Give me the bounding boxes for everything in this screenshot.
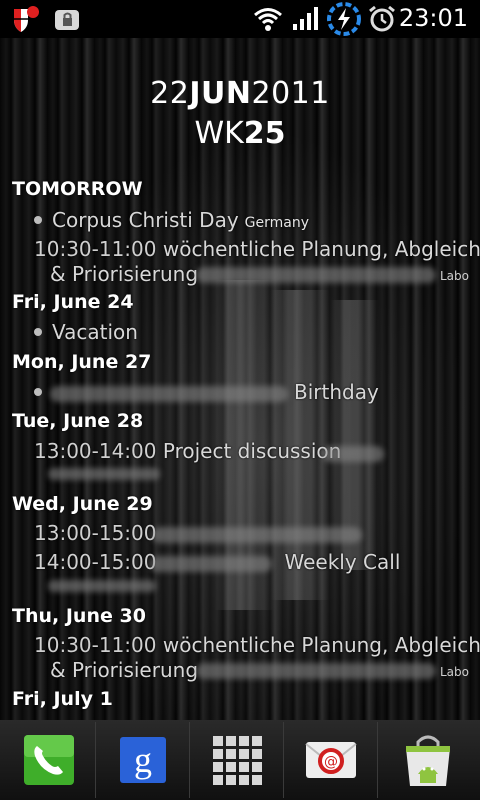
status-bar[interactable]: 23:01 — [0, 0, 480, 38]
week-number: 25 — [243, 116, 286, 151]
event-title: Birthday — [294, 380, 379, 404]
date-day: 22 — [150, 76, 190, 111]
redacted-text — [150, 556, 272, 572]
event-location-cut: Labo — [440, 269, 469, 283]
day-header-jun28[interactable]: Tue, June 28 — [12, 410, 480, 432]
widget-week[interactable]: WK25 — [0, 116, 480, 151]
clock-time: 23:01 — [398, 4, 468, 32]
svg-text:@: @ — [324, 754, 338, 770]
event-title: wöchentliche Planung, Abgleich — [162, 237, 480, 261]
event-location: Germany — [244, 215, 310, 231]
day-header-tomorrow[interactable]: TOMORROW — [12, 178, 480, 200]
app-drawer-icon — [212, 736, 262, 785]
redacted-text — [322, 446, 384, 462]
event-location-cut: Labo — [440, 665, 469, 679]
event-title: wöchentliche Planung, Abgleich — [162, 633, 480, 657]
svg-text:g: g — [134, 740, 152, 780]
email-button[interactable]: @ — [284, 722, 378, 798]
sync-icon — [326, 2, 362, 40]
redacted-text — [196, 663, 436, 679]
event-title: Weekly Call — [284, 550, 401, 574]
event-title-cont: & Priorisierung — [50, 658, 199, 682]
bullet-icon — [34, 387, 42, 396]
app-drawer-button[interactable] — [190, 722, 284, 798]
date-year: 2011 — [251, 76, 330, 111]
event-title: Vacation — [52, 320, 138, 344]
redacted-text — [50, 386, 288, 402]
market-icon — [406, 735, 450, 786]
widget-date[interactable]: 22JUN2011 — [0, 76, 480, 111]
phone-button[interactable] — [2, 722, 96, 798]
launcher-dock: g @ — [0, 720, 480, 800]
signal-icon — [292, 6, 320, 36]
shield-alert-icon — [10, 6, 40, 38]
alarm-icon — [368, 5, 396, 37]
event-time: 10:30-11:00 — [34, 237, 157, 261]
redacted-text — [152, 527, 362, 543]
day-header-jun30[interactable]: Thu, June 30 — [12, 605, 480, 627]
redacted-text — [48, 580, 156, 592]
phone-icon — [23, 735, 74, 785]
day-header-jun29[interactable]: Wed, June 29 — [12, 493, 480, 515]
day-header-jul1[interactable]: Fri, July 1 — [12, 688, 480, 710]
day-header-jun24[interactable]: Fri, June 24 — [12, 291, 480, 313]
bullet-icon — [34, 327, 42, 336]
google-search-icon: g — [119, 737, 166, 783]
bullet-icon — [34, 215, 42, 224]
wifi-icon — [253, 6, 283, 36]
lock-app-icon — [54, 8, 80, 36]
event-project-discussion[interactable]: 13:00-14:00 Project discussion — [34, 439, 480, 463]
redacted-text — [48, 468, 160, 480]
event-planning-1[interactable]: 10:30-11:00 wöchentliche Planung, Abglei… — [34, 237, 480, 261]
redacted-text — [196, 267, 436, 283]
event-planning-2[interactable]: 10:30-11:00 wöchentliche Planung, Abglei… — [34, 633, 480, 657]
week-prefix: WK — [194, 116, 244, 151]
event-title-cont: & Priorisierung — [50, 262, 199, 286]
event-title: Project discussion — [162, 439, 342, 463]
event-time: 13:00-14:00 — [34, 439, 157, 463]
market-button[interactable] — [378, 722, 478, 798]
day-header-jun27[interactable]: Mon, June 27 — [12, 351, 480, 373]
event-time: 10:30-11:00 — [34, 633, 157, 657]
email-icon: @ — [304, 742, 357, 778]
event-time: 13:00-15:00 — [34, 521, 157, 545]
event-vacation[interactable]: Vacation — [34, 320, 480, 344]
event-corpus-christi[interactable]: Corpus Christi Day Germany — [34, 208, 480, 232]
event-time: 14:00-15:00 — [34, 550, 157, 574]
google-search-button[interactable]: g — [96, 722, 190, 798]
event-title: Corpus Christi Day — [52, 208, 239, 232]
date-month: JUN — [189, 76, 252, 111]
